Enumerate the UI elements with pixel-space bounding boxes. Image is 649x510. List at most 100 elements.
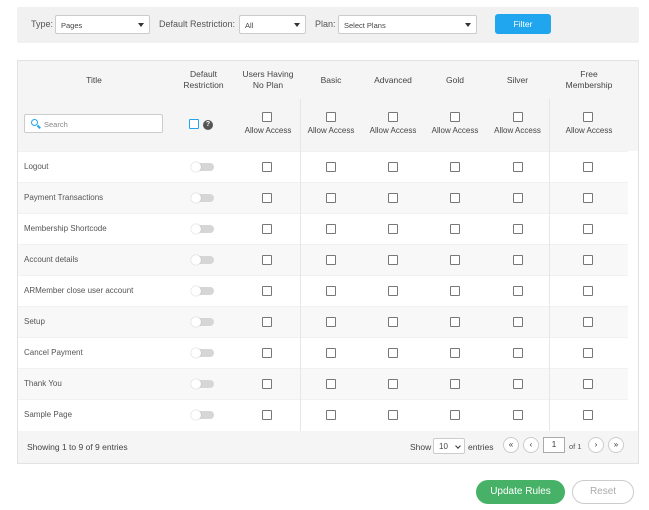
no-plan-allow-access-checkbox[interactable] (262, 224, 272, 234)
gold-allow-all-checkbox[interactable] (450, 112, 460, 122)
basic-allow-access-checkbox[interactable] (326, 224, 336, 234)
column-header-silver: Silver (506, 75, 529, 85)
basic-allow-access-label: Allow Access (307, 126, 355, 135)
type-select-value: Pages (61, 21, 83, 30)
basic-allow-access-checkbox[interactable] (326, 317, 336, 327)
filter-button[interactable]: Filter (495, 14, 551, 34)
gold-allow-access-checkbox[interactable] (450, 193, 460, 203)
default-restriction-toggle[interactable] (191, 255, 214, 265)
free-membership-allow-access-label: Allow Access (565, 126, 613, 135)
advanced-allow-access-checkbox[interactable] (388, 317, 398, 327)
basic-allow-access-checkbox[interactable] (326, 255, 336, 265)
row-title: ARMember close user account (24, 286, 134, 295)
default-restriction-toggle[interactable] (191, 317, 214, 327)
default-restriction-all-checkbox[interactable] (189, 119, 199, 129)
default-restriction-toggle[interactable] (191, 162, 214, 172)
default-restriction-toggle[interactable] (191, 286, 214, 296)
plan-select[interactable]: Select Plans (338, 15, 477, 34)
free-membership-allow-access-checkbox[interactable] (583, 379, 593, 389)
free-membership-allow-access-checkbox[interactable] (583, 162, 593, 172)
advanced-allow-access-checkbox[interactable] (388, 162, 398, 172)
no-plan-allow-access-checkbox[interactable] (262, 255, 272, 265)
gold-allow-access-checkbox[interactable] (450, 224, 460, 234)
basic-allow-access-checkbox[interactable] (326, 193, 336, 203)
free-membership-allow-access-checkbox[interactable] (583, 317, 593, 327)
page-length-select[interactable]: 10 (433, 438, 465, 454)
gold-allow-access-checkbox[interactable] (450, 255, 460, 265)
last-page-button[interactable]: » (608, 437, 624, 453)
default-restriction-toggle[interactable] (191, 348, 214, 358)
basic-allow-all-checkbox[interactable] (326, 112, 336, 122)
gold-allow-access-checkbox[interactable] (450, 317, 460, 327)
no-plan-allow-access-checkbox[interactable] (262, 286, 272, 296)
current-page-input[interactable]: 1 (543, 437, 565, 453)
no-plan-allow-access-checkbox[interactable] (262, 162, 272, 172)
default-restriction-toggle[interactable] (191, 379, 214, 389)
table-row: Membership Shortcode (18, 213, 628, 244)
advanced-allow-access-checkbox[interactable] (388, 255, 398, 265)
silver-allow-access-checkbox[interactable] (513, 379, 523, 389)
silver-allow-access-checkbox[interactable] (513, 255, 523, 265)
free-membership-allow-access-checkbox[interactable] (583, 410, 593, 420)
advanced-allow-access-checkbox[interactable] (388, 286, 398, 296)
basic-allow-access-checkbox[interactable] (326, 348, 336, 358)
no-plan-allow-access-checkbox[interactable] (262, 348, 272, 358)
silver-allow-access-checkbox[interactable] (513, 224, 523, 234)
free-membership-allow-access-checkbox[interactable] (583, 224, 593, 234)
gold-allow-access-checkbox[interactable] (450, 286, 460, 296)
silver-allow-access-checkbox[interactable] (513, 348, 523, 358)
advanced-allow-access-checkbox[interactable] (388, 224, 398, 234)
advanced-allow-access-checkbox[interactable] (388, 348, 398, 358)
basic-allow-access-checkbox[interactable] (326, 162, 336, 172)
gold-allow-access-checkbox[interactable] (450, 162, 460, 172)
silver-allow-access-checkbox[interactable] (513, 317, 523, 327)
silver-allow-access-checkbox[interactable] (513, 193, 523, 203)
next-page-button[interactable]: › (588, 437, 604, 453)
free-membership-allow-access-checkbox[interactable] (583, 348, 593, 358)
silver-allow-access-checkbox[interactable] (513, 286, 523, 296)
silver-allow-access-checkbox[interactable] (513, 162, 523, 172)
no-plan-allow-access-checkbox[interactable] (262, 379, 272, 389)
column-header-advanced: Advanced (374, 75, 412, 85)
row-title: Sample Page (24, 410, 73, 419)
no-plan-allow-access-checkbox[interactable] (262, 317, 272, 327)
search-input[interactable]: Search (24, 114, 163, 133)
row-title: Membership Shortcode (24, 224, 107, 233)
no-plan-allow-all-checkbox[interactable] (262, 112, 272, 122)
free-membership-allow-access-checkbox[interactable] (583, 255, 593, 265)
advanced-allow-access-checkbox[interactable] (388, 410, 398, 420)
basic-allow-access-checkbox[interactable] (326, 379, 336, 389)
table-row: Payment Transactions (18, 182, 628, 213)
free-membership-allow-all-checkbox[interactable] (583, 112, 593, 122)
basic-allow-access-checkbox[interactable] (326, 286, 336, 296)
advanced-allow-all-checkbox[interactable] (388, 112, 398, 122)
silver-allow-all-checkbox[interactable] (513, 112, 523, 122)
gold-allow-access-checkbox[interactable] (450, 379, 460, 389)
reset-button[interactable]: Reset (572, 480, 634, 504)
default-restriction-toggle[interactable] (191, 193, 214, 203)
help-icon[interactable]: ? (203, 120, 213, 130)
free-membership-allow-access-checkbox[interactable] (583, 193, 593, 203)
type-select[interactable]: Pages (55, 15, 150, 34)
gold-allow-access-checkbox[interactable] (450, 348, 460, 358)
silver-allow-access-checkbox[interactable] (513, 410, 523, 420)
chevron-down-icon (455, 443, 461, 449)
advanced-allow-access-checkbox[interactable] (388, 193, 398, 203)
advanced-allow-access-checkbox[interactable] (388, 379, 398, 389)
row-title: Account details (24, 255, 79, 264)
no-plan-allow-access-checkbox[interactable] (262, 193, 272, 203)
no-plan-allow-access-checkbox[interactable] (262, 410, 272, 420)
toggle-knob (191, 193, 201, 203)
default-restriction-toggle[interactable] (191, 410, 214, 420)
prev-page-button[interactable]: ‹ (523, 437, 539, 453)
default-restriction-select[interactable]: All (239, 15, 306, 34)
chevron-down-icon (138, 23, 144, 27)
free-membership-allow-access-checkbox[interactable] (583, 286, 593, 296)
table-row: ARMember close user account (18, 275, 628, 306)
first-page-button[interactable]: « (503, 437, 519, 453)
table-row: Thank You (18, 368, 628, 399)
gold-allow-access-checkbox[interactable] (450, 410, 460, 420)
basic-allow-access-checkbox[interactable] (326, 410, 336, 420)
default-restriction-toggle[interactable] (191, 224, 214, 234)
update-rules-button[interactable]: Update Rules (476, 480, 565, 504)
